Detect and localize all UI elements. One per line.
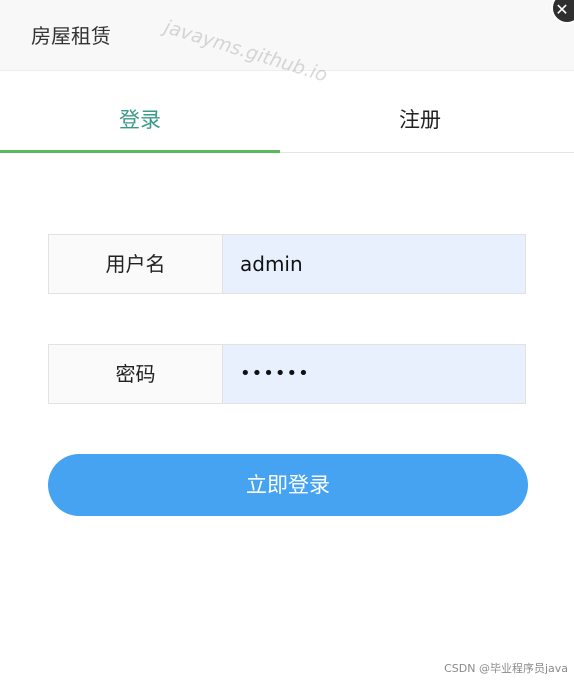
tab-register-label: 注册 [399,108,441,132]
auth-tabs: 登录 注册 [0,71,574,153]
username-input[interactable]: admin [223,235,525,293]
csdn-credit: CSDN @毕业程序员java [444,662,568,675]
tab-login-label: 登录 [119,108,161,132]
login-button[interactable]: 立即登录 [48,454,528,516]
password-input[interactable]: •••••• [223,345,525,403]
username-field: 用户名 admin [48,234,526,294]
tab-register[interactable]: 注册 [280,71,560,152]
tab-login[interactable]: 登录 [0,71,280,153]
password-field: 密码 •••••• [48,344,526,404]
dialog-title: 房屋租赁 [31,24,111,48]
active-tab-indicator [0,150,280,153]
username-label: 用户名 [49,235,223,293]
password-label: 密码 [49,345,223,403]
close-icon: ✕ [555,0,569,19]
